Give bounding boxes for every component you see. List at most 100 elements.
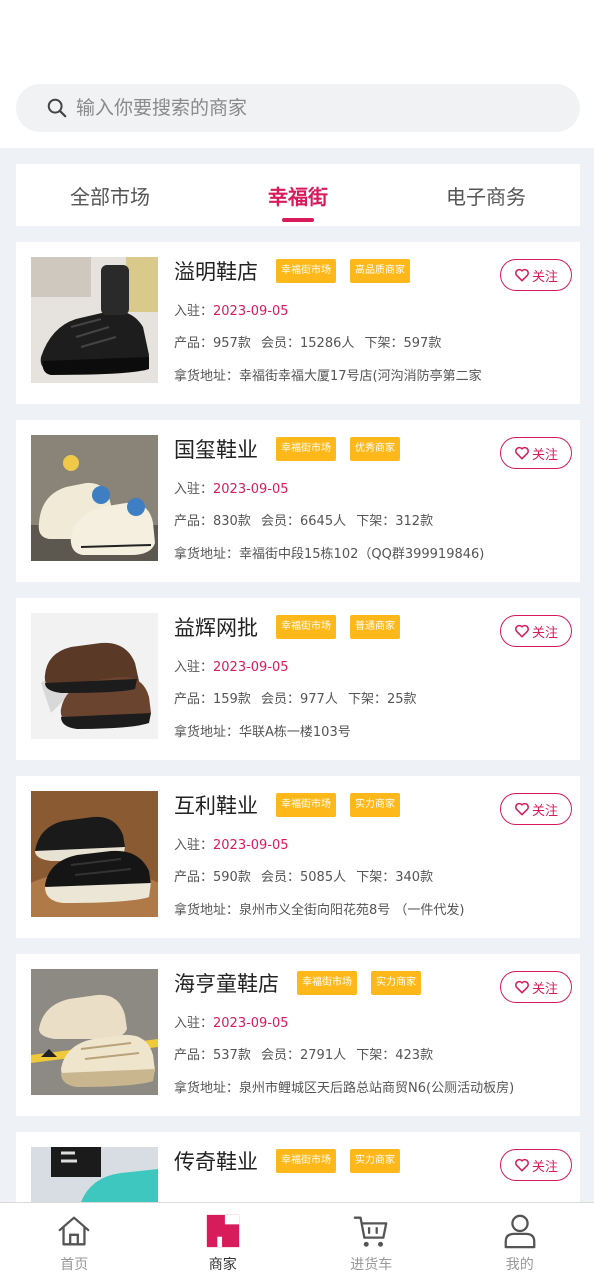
tab-all-markets[interactable]: 全部市场	[16, 164, 204, 226]
level-tag: 实力商家	[350, 1149, 400, 1173]
nav-cart[interactable]: 进货车	[297, 1203, 446, 1280]
products-label: 产品：	[174, 1048, 214, 1063]
store-name-row: 互利鞋业 幸福街市场 实力商家	[174, 790, 414, 820]
tab-label: 全部市场	[70, 184, 150, 209]
follow-button[interactable]: 关注	[500, 437, 572, 469]
address-label: 拿货地址：	[174, 547, 240, 562]
store-tags: 幸福街市场 实力商家	[297, 971, 435, 995]
address-label: 拿货地址：	[174, 369, 240, 384]
members-label: 会员：	[260, 870, 300, 885]
products-label: 产品：	[174, 870, 214, 885]
nav-label: 我的	[505, 1257, 534, 1273]
address-label: 拿货地址：	[174, 1081, 240, 1096]
level-tag: 高品质商家	[350, 259, 410, 283]
store-name-row: 国玺鞋业 幸福街市场 优秀商家	[174, 434, 414, 464]
nav-me[interactable]: 我的	[446, 1203, 594, 1280]
products-count: 830款	[213, 514, 251, 529]
store-card[interactable]: 海亨童鞋店 幸福街市场 实力商家 关注 入驻：2023-09-05 产品：537…	[16, 954, 580, 1116]
store-name: 海亨童鞋店	[174, 972, 279, 996]
address-label: 拿货地址：	[174, 903, 240, 918]
stats-row: 产品：957款 会员：15286人 下架：597款	[174, 332, 447, 351]
active-tab-indicator	[282, 218, 314, 222]
join-date-row: 入驻：2023-09-05	[174, 834, 289, 853]
tab-xingfujie[interactable]: 幸福街	[204, 164, 392, 226]
store-card[interactable]: 益辉网批 幸福街市场 普通商家 关注 入驻：2023-09-05 产品：159款…	[16, 598, 580, 760]
products-label: 产品：	[174, 514, 214, 529]
members-count: 2791人	[300, 1048, 347, 1063]
store-image	[31, 1147, 158, 1202]
cart-icon	[353, 1216, 388, 1247]
store-tags: 幸福街市场 实力商家	[276, 793, 414, 817]
stats-row: 产品：537款 会员：2791人 下架：423款	[174, 1044, 439, 1063]
store-card[interactable]: 国玺鞋业 幸福街市场 优秀商家 关注 入驻：2023-09-05 产品：830款…	[16, 420, 580, 582]
tab-label: 幸福街	[268, 184, 328, 209]
members-label: 会员：	[260, 514, 300, 529]
store-card[interactable]: 溢明鞋店 幸福街市场 高品质商家 关注 入驻：2023-09-05 产品：957…	[16, 242, 580, 404]
heart-icon	[515, 802, 529, 816]
level-tag: 优秀商家	[350, 437, 400, 461]
members-count: 15286人	[300, 336, 355, 351]
follow-button[interactable]: 关注	[500, 1149, 572, 1181]
market-tabs: 全部市场 幸福街 电子商务	[16, 164, 580, 226]
delisted-label: 下架：	[356, 1048, 396, 1063]
store-name-row: 传奇鞋业 幸福街市场 实力商家	[174, 1146, 414, 1176]
store-image	[31, 257, 158, 383]
follow-button[interactable]: 关注	[500, 615, 572, 647]
store-tags: 幸福街市场 高品质商家	[276, 259, 424, 283]
join-date: 2023-09-05	[213, 482, 289, 497]
store-card[interactable]: 传奇鞋业 幸福街市场 实力商家 关注	[16, 1132, 580, 1202]
follow-label: 关注	[531, 1159, 558, 1175]
delisted-label: 下架：	[356, 514, 396, 529]
market-tag: 幸福街市场	[276, 793, 336, 817]
delisted-label: 下架：	[347, 692, 387, 707]
search-bar[interactable]	[16, 84, 580, 132]
members-count: 5085人	[300, 870, 347, 885]
stats-row: 产品：590款 会员：5085人 下架：340款	[174, 866, 439, 885]
level-tag: 实力商家	[371, 971, 421, 995]
members-label: 会员：	[260, 1048, 300, 1063]
nav-home[interactable]: 首页	[0, 1203, 149, 1280]
heart-icon	[515, 1158, 529, 1172]
store-name: 国玺鞋业	[174, 438, 258, 462]
delisted-count: 312款	[395, 514, 434, 529]
delisted-count: 423款	[395, 1048, 434, 1063]
join-date-row: 入驻：2023-09-05	[174, 300, 289, 319]
store-card[interactable]: 互利鞋业 幸福街市场 实力商家 关注 入驻：2023-09-05 产品：590款…	[16, 776, 580, 938]
members-count: 6645人	[300, 514, 347, 529]
tab-ecommerce[interactable]: 电子商务	[392, 164, 580, 226]
store-tags: 幸福街市场 优秀商家	[276, 437, 414, 461]
store-tags: 幸福街市场 实力商家	[276, 1149, 414, 1173]
search-input[interactable]	[76, 97, 546, 119]
delisted-count: 597款	[403, 336, 442, 351]
follow-label: 关注	[531, 625, 558, 641]
stats-row: 产品：830款 会员：6645人 下架：312款	[174, 510, 439, 529]
bottom-nav: 首页 商家 进货车 我的	[0, 1202, 594, 1280]
follow-label: 关注	[531, 447, 558, 463]
follow-button[interactable]: 关注	[500, 971, 572, 1003]
market-tag: 幸福街市场	[276, 1149, 336, 1173]
join-date: 2023-09-05	[213, 304, 289, 319]
nav-label: 首页	[60, 1257, 89, 1273]
join-label: 入驻：	[174, 1016, 214, 1031]
follow-button[interactable]: 关注	[500, 793, 572, 825]
delisted-count: 340款	[395, 870, 434, 885]
market-tag: 幸福街市场	[297, 971, 357, 995]
join-date-row: 入驻：2023-09-05	[174, 656, 289, 675]
join-label: 入驻：	[174, 660, 214, 675]
store-name-row: 益辉网批 幸福街市场 普通商家	[174, 612, 414, 642]
store-image	[31, 791, 158, 917]
follow-button[interactable]: 关注	[500, 259, 572, 291]
nav-label: 进货车	[350, 1257, 393, 1273]
address-label: 拿货地址：	[174, 725, 240, 740]
nav-merchants[interactable]: 商家	[149, 1203, 298, 1280]
store-name: 溢明鞋店	[174, 260, 258, 284]
products-count: 957款	[213, 336, 251, 351]
home-icon	[58, 1216, 90, 1246]
tab-label: 电子商务	[446, 184, 526, 209]
store-image	[31, 969, 158, 1095]
delisted-label: 下架：	[364, 336, 404, 351]
address-row: 拿货地址：泉州市义全街向阳花苑8号 （一件代发)	[174, 899, 465, 918]
heart-icon	[515, 446, 529, 460]
members-label: 会员：	[260, 336, 300, 351]
store-name: 传奇鞋业	[174, 1150, 258, 1174]
